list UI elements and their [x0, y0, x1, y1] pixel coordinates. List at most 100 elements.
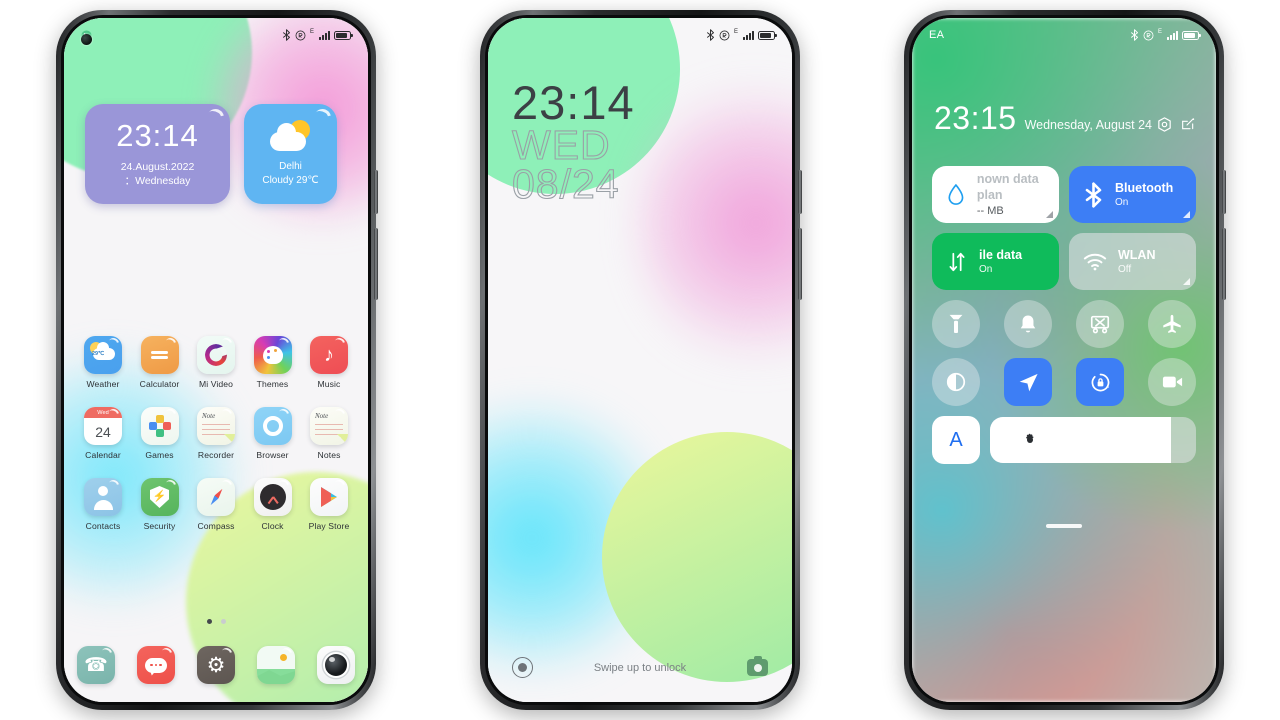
app-label: Security [143, 521, 176, 531]
tile-mobile-data[interactable]: ile data On [932, 233, 1059, 290]
app-clock[interactable]: Clock [247, 478, 299, 531]
tile-data-plan[interactable]: nown data plan -- MB [932, 166, 1059, 223]
app-label: Games [145, 450, 174, 460]
games-app-icon [140, 407, 179, 445]
app-mi-video[interactable]: Mi Video [190, 336, 242, 389]
page-dot-2[interactable] [220, 619, 226, 624]
app-contacts[interactable]: Contacts [77, 478, 129, 531]
brightness-fill [990, 417, 1172, 463]
tile-bluetooth[interactable]: Bluetooth On [1069, 166, 1196, 223]
camera-dock-icon[interactable] [317, 646, 355, 684]
app-calculator[interactable]: Calculator [134, 336, 186, 389]
clock-widget[interactable]: 23:14 24.August.2022 ：Wednesday [85, 104, 230, 204]
battery-icon [758, 30, 777, 40]
lock-screen: E 23:14 WED 08/24 Swipe up to unlock [488, 18, 792, 702]
record-shortcut-icon[interactable] [512, 657, 533, 678]
app-games[interactable]: Games [134, 407, 186, 460]
silent-bell-icon [1020, 315, 1036, 333]
power-button[interactable] [374, 228, 378, 300]
settings-gear-icon[interactable] [1156, 116, 1173, 133]
tile-wlan[interactable]: WLAN Off [1069, 233, 1196, 290]
expand-corner-icon[interactable] [1183, 211, 1190, 218]
data-drop-icon [948, 183, 964, 205]
brightness-slider[interactable] [990, 417, 1196, 463]
lock-clock: 23:14 WED 08/24 [511, 76, 635, 208]
weather-widget-condition: Cloudy 29℃ [262, 175, 319, 186]
play-store-app-icon [310, 478, 348, 516]
power-button[interactable] [1222, 228, 1226, 300]
messages-dock-icon[interactable] [137, 646, 175, 684]
network-type-label: E [733, 29, 738, 35]
app-play-store[interactable]: Play Store [303, 478, 355, 531]
tile-row: nown data plan -- MB Bluetooth On [932, 166, 1196, 223]
brightness-sun-icon [1022, 432, 1038, 448]
app-recorder[interactable]: Note Recorder [190, 407, 242, 460]
contacts-app-icon [84, 478, 122, 516]
toggle-rotation-lock[interactable] [1076, 358, 1124, 406]
clock-app-icon [253, 478, 292, 516]
page-dot-1[interactable] [206, 619, 212, 624]
brightness-row: A [932, 416, 1196, 464]
gloss-icon [203, 105, 228, 130]
quick-settings: nown data plan -- MB Bluetooth On ile da… [932, 166, 1196, 464]
lock-time: 23:14 [512, 76, 635, 129]
volume-up-button[interactable] [1222, 170, 1226, 214]
volume-up-button[interactable] [798, 170, 802, 214]
app-label: Themes [256, 379, 289, 389]
volume-up-button[interactable] [374, 170, 378, 214]
app-grid: 29℃ Weather Calculator Mi Video Themes ♪… [64, 336, 368, 549]
expand-corner-icon[interactable] [1046, 211, 1053, 218]
drag-handle[interactable] [1046, 524, 1082, 528]
app-label: Compass [197, 521, 235, 531]
settings-dock-icon[interactable]: ⚙ [197, 646, 235, 684]
app-notes[interactable]: Note Notes [303, 407, 355, 460]
auto-brightness-button[interactable]: A [932, 416, 980, 464]
tile-row [932, 358, 1196, 406]
clock-widget-weekday: ：Wednesday [124, 175, 191, 187]
note-word: Note [202, 412, 216, 420]
bluetooth-icon [282, 29, 290, 41]
status-bar: EA E [912, 18, 1216, 52]
dnd-icon [1143, 30, 1154, 40]
control-center-header: 23:15 Wednesday, August 24 [934, 102, 1196, 134]
app-browser[interactable]: Browser [247, 407, 299, 460]
gloss-icon [310, 105, 335, 130]
page-indicator[interactable] [64, 619, 368, 624]
screenshot-stage: E 23:14 24.August.2022 ：Wednesday Delhi … [0, 0, 1280, 720]
toggle-silent[interactable] [1004, 300, 1052, 348]
weather-widget-city: Delhi [279, 161, 302, 172]
edit-icon[interactable] [1180, 116, 1196, 132]
app-music[interactable]: ♪ Music [303, 336, 355, 389]
toggle-dark-mode[interactable] [932, 358, 980, 406]
app-weather[interactable]: 29℃ Weather [77, 336, 129, 389]
app-security[interactable]: ⚡ Security [134, 478, 186, 531]
toggle-location[interactable] [1004, 358, 1052, 406]
wifi-icon [1083, 253, 1107, 270]
expand-corner-icon[interactable] [1183, 278, 1190, 285]
phone-control-center: EA E 23:15 Wednesday, August 24 nown dat… [904, 10, 1226, 710]
tile-subtitle: On [1115, 197, 1129, 209]
toggle-screenshot[interactable] [1076, 300, 1124, 348]
power-button[interactable] [798, 228, 802, 300]
camera-shortcut-icon[interactable] [747, 656, 768, 676]
lock-date: 08/24 [511, 161, 620, 208]
app-calendar[interactable]: Wed 24 Calendar [77, 407, 129, 460]
tile-title: Bluetooth [1115, 180, 1174, 195]
weather-widget[interactable]: Delhi Cloudy 29℃ [244, 104, 337, 204]
app-themes[interactable]: Themes [247, 336, 299, 389]
toggle-screen-record[interactable] [1148, 358, 1196, 406]
network-type-label: E [309, 29, 314, 35]
app-label: Contacts [85, 521, 121, 531]
gallery-dock-icon[interactable] [257, 646, 295, 684]
screenshot-icon [1090, 315, 1110, 334]
toggle-airplane[interactable] [1148, 300, 1196, 348]
phone-home-screen: E 23:14 24.August.2022 ：Wednesday Delhi … [56, 10, 378, 710]
location-icon [1019, 373, 1038, 391]
toggle-flashlight[interactable] [932, 300, 980, 348]
app-compass[interactable]: Compass [190, 478, 242, 531]
phone-dock-icon[interactable]: ☎ [77, 646, 115, 684]
partly-cloudy-icon [268, 120, 314, 152]
tile-title: WLAN [1118, 247, 1156, 262]
tile-subtitle: Off [1118, 264, 1132, 276]
bluetooth-icon [706, 29, 714, 41]
